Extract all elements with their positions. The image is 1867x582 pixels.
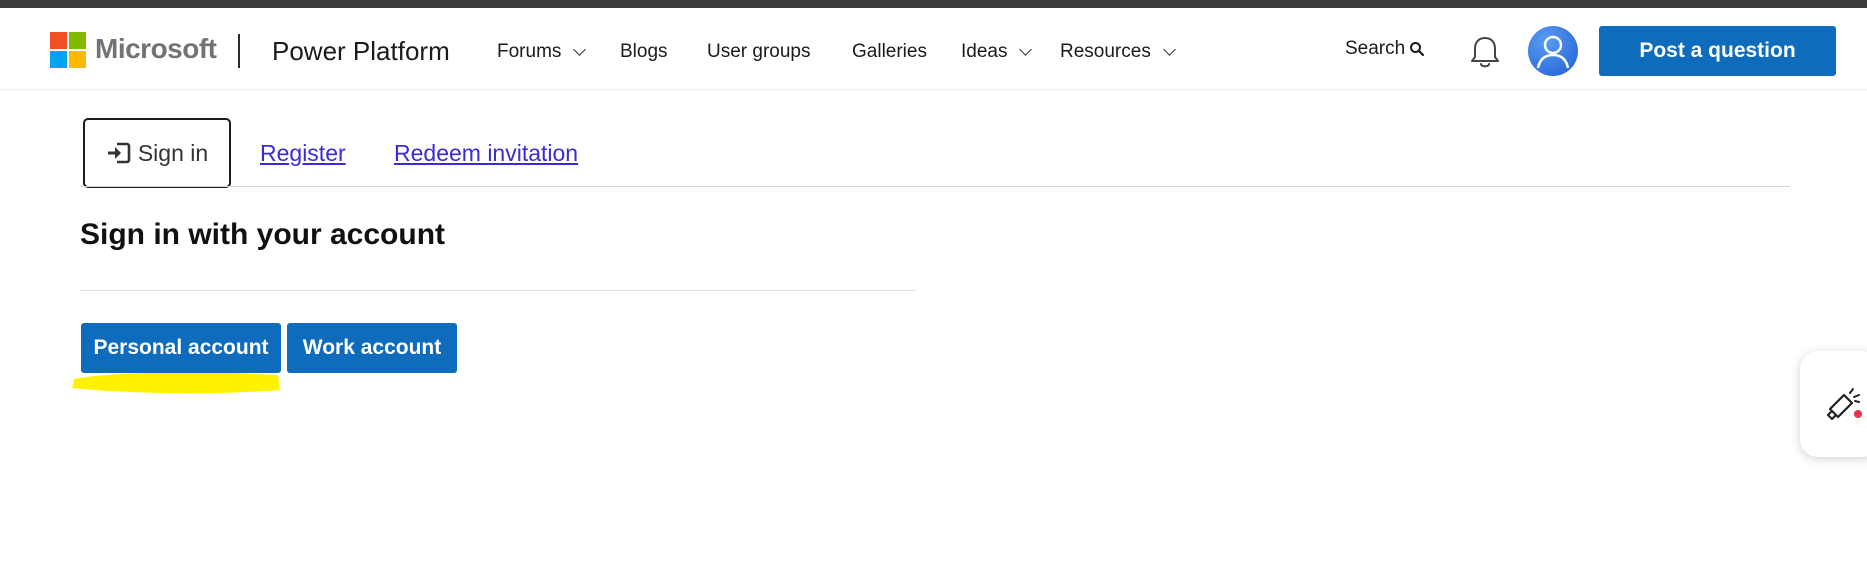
feedback-megaphone-icon: [1826, 388, 1862, 421]
chevron-down-icon: [573, 43, 587, 56]
search-button[interactable]: Search: [1345, 38, 1425, 60]
post-question-button[interactable]: Post a question: [1599, 26, 1836, 76]
content-divider: [80, 290, 915, 291]
work-account-button[interactable]: Work account: [287, 323, 457, 373]
feedback-widget[interactable]: [1800, 351, 1867, 457]
chevron-down-icon: [1019, 43, 1033, 56]
nav-item-blogs[interactable]: Blogs: [620, 38, 668, 66]
header-divider: [238, 34, 240, 68]
chevron-down-icon: [1162, 43, 1176, 56]
nav-item-label: User groups: [707, 41, 811, 62]
tab-redeem-invitation[interactable]: Redeem invitation: [394, 140, 578, 167]
nav-item-label: Galleries: [852, 41, 927, 62]
tab-sign-in-label: Sign in: [137, 139, 209, 166]
nav-item-user-groups[interactable]: User groups: [707, 38, 811, 66]
site-header: Microsoft Power Platform Forums Blogs Us…: [0, 8, 1867, 90]
nav-item-label: Blogs: [620, 41, 668, 62]
personal-account-button[interactable]: Personal account: [81, 323, 281, 373]
search-icon: [1410, 42, 1425, 57]
sign-in-icon: [107, 142, 131, 164]
microsoft-brand[interactable]: Microsoft: [95, 32, 217, 66]
search-label: Search: [1345, 38, 1406, 59]
tabs-divider: [80, 186, 1790, 187]
nav-item-label: Resources: [1060, 41, 1151, 62]
nav-item-label: Ideas: [961, 41, 1008, 62]
nav-item-forums[interactable]: Forums: [497, 38, 587, 66]
page-title: Sign in with your account: [80, 218, 446, 251]
nav-item-galleries[interactable]: Galleries: [852, 38, 927, 66]
nav-item-label: Forums: [497, 41, 562, 62]
tab-sign-in[interactable]: Sign in: [83, 118, 231, 188]
user-avatar-icon[interactable]: [1528, 26, 1578, 76]
nav-item-resources[interactable]: Resources: [1060, 38, 1176, 66]
nav-item-ideas[interactable]: Ideas: [961, 38, 1033, 66]
product-name[interactable]: Power Platform: [272, 34, 450, 68]
tab-register[interactable]: Register: [260, 140, 346, 167]
microsoft-logo-icon[interactable]: [50, 32, 86, 68]
bell-icon[interactable]: [1468, 34, 1502, 70]
browser-top-strip: [0, 0, 1867, 8]
